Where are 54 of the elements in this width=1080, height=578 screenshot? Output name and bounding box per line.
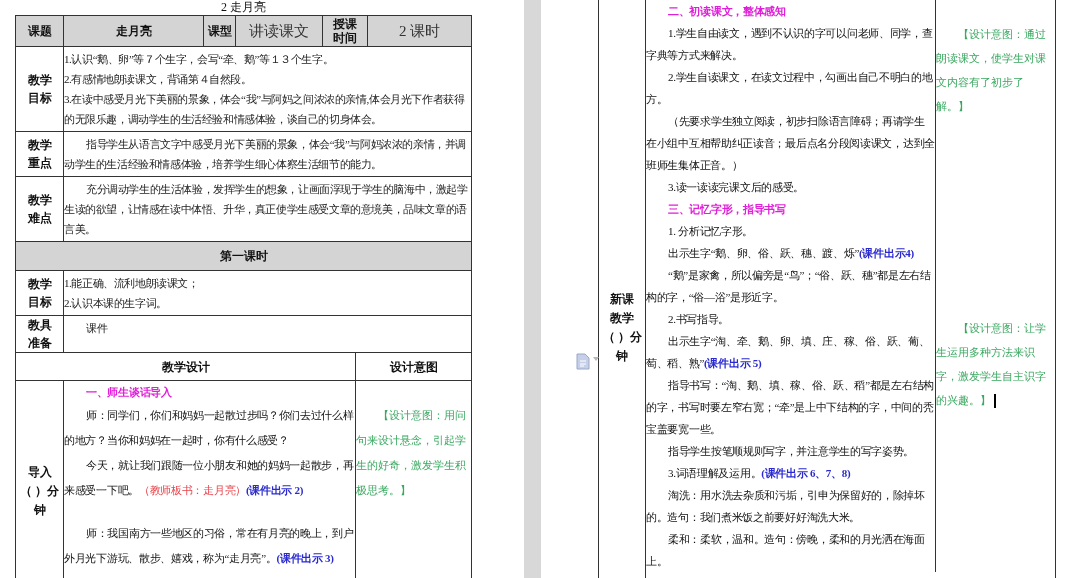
header-cell: 课型 <box>204 16 236 46</box>
paragraph: 出示生字“鹅、卵、俗、跃、穗、踱、烁”(课件出示4) <box>667 246 915 261</box>
paragraph: 师：我国南方一些地区的习俗，常在有月亮的晚上，到户外月光下游玩、散步、嬉戏，称为“走月亮”。(课件出示 3) <box>64 526 355 566</box>
paragraph: 指导学生从语言文字中感受月光下美丽的景象，体会“我”与阿妈浓浓的亲情，并调动学生的生活经验和情感体验，培养学生细心体察生活细节的能力。 <box>64 137 467 172</box>
paragraph: 2.书写指导。 <box>667 312 731 327</box>
row-label: 钟 <box>33 501 46 519</box>
design-note: 【设计意图：用问句来设计悬念，引起学生的好奇，激发学生积极思考。】 <box>356 408 467 498</box>
paragraph: “鹅”是家禽，所以偏旁是“鸟”；“俗、跃、穗”都是左右结构的字，“俗—浴”是形近字。 <box>646 268 932 305</box>
page-title: 2 走月亮 <box>220 0 267 15</box>
paragraph: 1.认识“鹅、卵”等７个生字，会写“牵、鹅”等１３个生字。 <box>64 52 335 67</box>
paragraph: 1.学生自由读文，遇到不认识的字可以问老师、同学，查字典等方式来解决。 <box>646 26 934 63</box>
paragraph: 出示生字“淘、牵、鹅、卵、填、庄、稼、俗、跃、葡、萄、稻、熟”(课件出示 5) <box>646 334 931 371</box>
section-heading: 三、记忆字形，指导书写 <box>667 202 787 217</box>
row-label: 教学 <box>610 310 634 327</box>
design-note: 【设计意图：让学生运用多种方法来识字，激发学生自主识字的兴趣。】 <box>936 316 1055 412</box>
paragraph: 2.有感情地朗读课文，背诵第４自然段。 <box>64 72 253 87</box>
row-label: 钟 <box>616 348 628 365</box>
row-label: 新课 <box>610 291 634 308</box>
header-cell-text: 2 课时 <box>397 21 442 41</box>
column-header: 设计意图 <box>388 358 439 376</box>
paragraph: 今天，就让我们跟随一位小朋友和她的妈妈一起散步，再来感受一下吧。（教师板书：走月亮）(课件出示 2) <box>64 458 355 498</box>
header-cell: 讲读课文 <box>236 16 323 46</box>
paragraph: 充分调动学生的生活体验，发挥学生的想象，让画面浮现于学生的脑海中，激起学生读的欲望，让情感在读中体悟、升华，真正使学生感受文章的意境美，品味文章的语言美。 <box>64 182 469 237</box>
row-label: （ ）分 <box>602 329 642 346</box>
paragraph: 1. 分析记忆字形。 <box>667 224 754 239</box>
header-cell: 走月亮 <box>64 16 204 46</box>
paragraph: 2.学生自读课文，在读文过程中，勾画出自己不明白的地方。 <box>646 70 934 107</box>
row-label: 教学重点 <box>26 137 53 172</box>
paragraph: 1.能正确、流利地朗读课文； <box>64 276 200 291</box>
paragraph: 指导学生按笔顺规则写字，并注意学生的写字姿势。 <box>667 444 916 459</box>
paragraph: 淘洗：用水洗去杂质和污垢，引申为保留好的，除掉坏的。造句：我们煮米饭之前要好好淘洗大米。 <box>646 488 926 525</box>
paragraph: 柔和：柔软，温和。造句：傍晚，柔和的月光洒在海面上。 <box>646 532 926 569</box>
design-note: 【设计意图：通过朗读课文，使学生对课文内容有了初步了解。】 <box>936 27 1047 114</box>
row-label: 导入 <box>27 463 52 481</box>
paragraph: 师：同学们，你们和妈妈一起散过步吗？你们去过什么样的地方？当你和妈妈在一起时，你有什么感受？ <box>64 408 355 448</box>
row-label: 教学目标 <box>26 72 53 107</box>
column-header: 教学设计 <box>16 353 356 380</box>
row-label: 教具准备 <box>26 317 53 352</box>
paragraph: 3.词语理解及运用。(课件出示 6、7、8) <box>667 466 852 481</box>
row-label: 教学目标 <box>26 276 53 311</box>
header-cell: 课题 <box>16 16 64 46</box>
document-icon[interactable] <box>575 353 599 370</box>
paragraph: （先要求学生独立阅读，初步扫除语言障碍；再请学生在小组中互相帮助纠正读音；最后点名分段阅读课文，达到全班师生集体正音。） <box>646 114 935 173</box>
header-cell: 授课时间 <box>323 16 368 46</box>
paragraph: 3.在读中感受月光下美丽的景象，体会“我”与阿妈之间浓浓的亲情,体会月光下作者获得的无限乐趣，调动学生的生活经验和情感体验，谈自己的切身体会。 <box>64 92 466 127</box>
row-label: （ ）分 <box>20 482 59 500</box>
section-heading: 一、师生谈话导入 <box>85 385 173 400</box>
paragraph: 课件 <box>85 321 109 336</box>
row-label: 教学难点 <box>26 192 53 227</box>
section-heading: 二、初读课文，整体感知 <box>667 4 787 19</box>
paragraph: 3.读一读读完课文后的感受。 <box>667 180 806 195</box>
section-title: 第一课时 <box>219 248 268 265</box>
paragraph: 2.认识本课的生字词。 <box>64 296 168 311</box>
paragraph: 指导书写：“淘、鹅、填、稼、俗、跃、稻”都是左右结构的字，书写时要左窄右宽；“牵”是上中下结构的字，中间的秃宝盖要宽一些。 <box>646 378 935 437</box>
